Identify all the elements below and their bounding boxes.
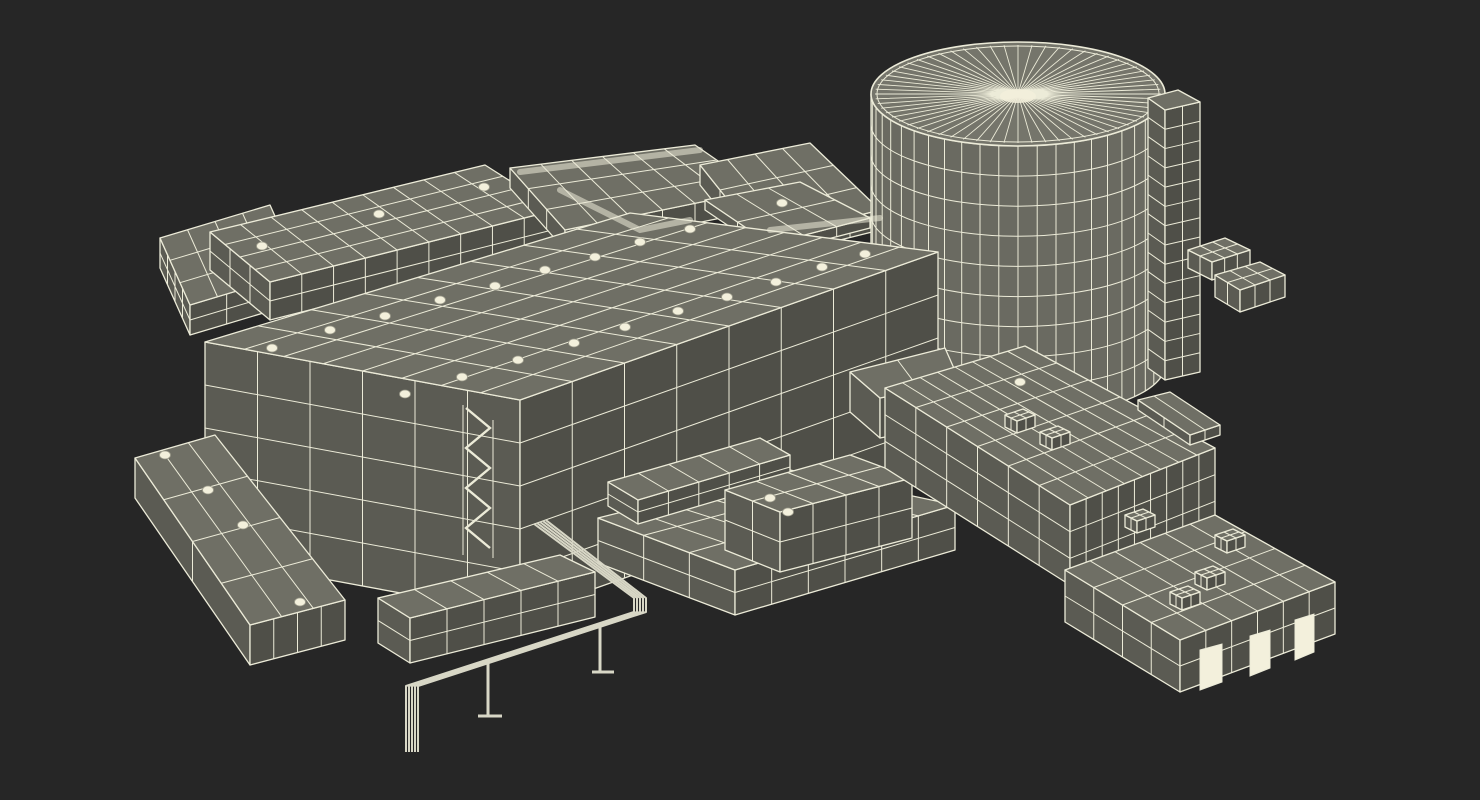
tank-side-tower <box>1147 89 1201 381</box>
roof-vent-dome <box>782 507 794 517</box>
roof-vent-dome <box>672 306 684 316</box>
roof-vent-dome <box>568 338 580 348</box>
garage-door <box>1199 643 1223 691</box>
garage-door <box>1294 613 1315 661</box>
right-building-vents <box>1014 377 1026 387</box>
roof-vent-dome <box>721 292 733 302</box>
roof-vent-dome <box>456 372 468 382</box>
roof-vent-dome <box>489 281 501 291</box>
roof-vent-dome <box>399 389 411 399</box>
roof-vent-dome <box>539 265 551 275</box>
roof-vent-dome <box>202 485 214 495</box>
roof-vent-dome <box>379 311 391 321</box>
roof-vent-dome <box>764 493 776 503</box>
roof-vent-dome <box>770 277 782 287</box>
roof-vent-dome <box>684 224 696 234</box>
garage-door <box>1249 629 1271 677</box>
roof-vent-dome <box>1014 377 1026 387</box>
roof-vent-dome <box>434 295 446 305</box>
roof-vent-dome <box>159 450 171 460</box>
tank-roof-center-hub <box>1000 89 1036 103</box>
roof-vent-dome <box>619 322 631 332</box>
roof-vent-dome <box>776 198 788 208</box>
roof-vent-dome <box>634 237 646 247</box>
roof-vent-dome <box>816 262 828 272</box>
roof-vent-dome <box>266 343 278 353</box>
roof-vent-dome <box>294 597 306 607</box>
roof-vent-dome <box>512 355 524 365</box>
roof-vent-dome <box>478 182 490 192</box>
roof-vent-dome <box>256 241 268 251</box>
roof-vent-dome <box>589 252 601 262</box>
roof-vent-dome <box>324 325 336 335</box>
viewport[interactable] <box>0 0 1480 800</box>
roof-vent-dome <box>859 249 871 259</box>
roof-vent-dome <box>237 520 249 530</box>
roof-vent-dome <box>373 209 385 219</box>
wireframe-power-plant-model <box>134 41 1336 752</box>
